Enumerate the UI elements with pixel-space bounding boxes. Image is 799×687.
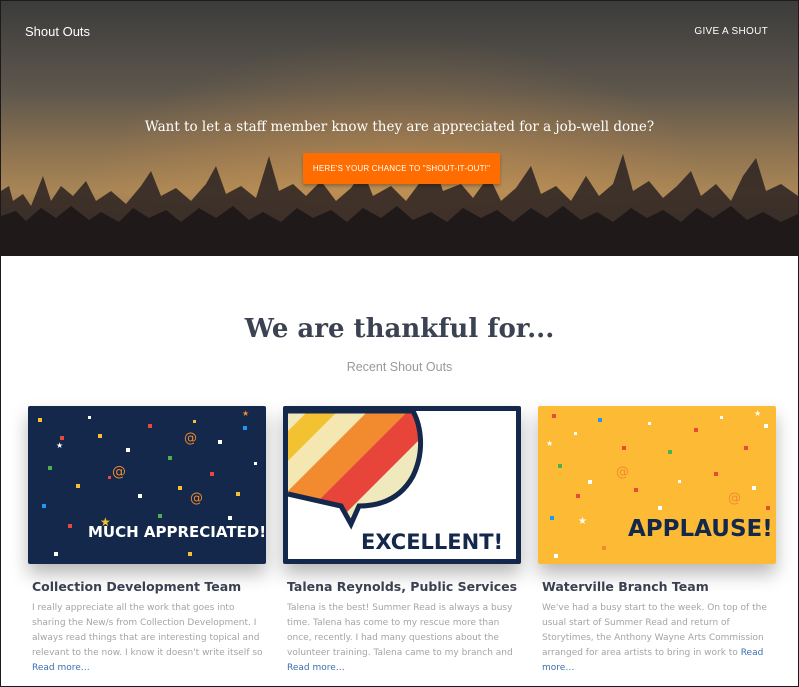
card-excerpt: Talena is the best! Summer Read is alway… [287, 601, 521, 676]
svg-text:★: ★ [56, 441, 63, 450]
shout-out-card[interactable]: ★ ★ ★ @ @ @ MUCH APPRECIATED! Collection… [28, 406, 266, 676]
card-excerpt: We've had a busy start to the week. On t… [542, 601, 776, 676]
svg-text:★: ★ [578, 516, 587, 527]
card-image-text: MUCH APPRECIATED! [88, 523, 266, 541]
section-subtitle: Recent Shout Outs [346, 360, 453, 374]
read-more-link[interactable]: Read more… [287, 663, 345, 673]
card-title[interactable]: Talena Reynolds, Public Services [287, 579, 521, 594]
card-image-much-appreciated[interactable]: ★ ★ ★ @ @ @ MUCH APPRECIATED! [28, 406, 266, 564]
card-excerpt-text: Talena is the best! Summer Read is alway… [287, 603, 513, 658]
svg-text:@: @ [728, 491, 741, 506]
svg-text:@: @ [616, 465, 629, 480]
card-excerpt-text: We've had a busy start to the week. On t… [542, 603, 767, 658]
card-title[interactable]: Collection Development Team [32, 579, 266, 594]
brand-link[interactable]: Shout Outs [25, 24, 90, 39]
svg-text:@: @ [184, 431, 197, 446]
svg-text:@: @ [112, 464, 126, 480]
card-image-text: EXCELLENT! [361, 530, 503, 554]
read-more-link[interactable]: Read more… [32, 663, 90, 673]
section-title: We are thankful for... [244, 314, 555, 344]
card-title[interactable]: Waterville Branch Team [542, 579, 776, 594]
svg-text:★: ★ [242, 409, 249, 418]
card-excerpt-text: I really appreciate all the work that go… [32, 603, 263, 658]
svg-text:★: ★ [754, 409, 761, 418]
hero-question: Want to let a staff member know they are… [144, 119, 655, 135]
card-excerpt: I really appreciate all the work that go… [32, 601, 266, 676]
card-image-applause[interactable]: ★ ★ ★ @ @ APPLAUSE! [538, 406, 776, 564]
svg-text:★: ★ [546, 439, 553, 448]
shout-out-card[interactable]: EXCELLENT! Talena Reynolds, Public Servi… [283, 406, 521, 676]
shout-it-out-button[interactable]: HERE'S YOUR CHANCE TO "SHOUT-IT-OUT!" [303, 153, 500, 184]
give-a-shout-link[interactable]: GIVE A SHOUT [694, 26, 768, 37]
card-image-excellent[interactable]: EXCELLENT! [283, 406, 521, 564]
shout-out-card[interactable]: ★ ★ ★ @ @ APPLAUSE! Waterville Branch Te… [538, 406, 776, 676]
svg-text:@: @ [190, 491, 203, 506]
card-image-text: APPLAUSE! [628, 516, 773, 542]
hero-banner: Shout Outs GIVE A SHOUT Want to let a st… [1, 1, 798, 256]
